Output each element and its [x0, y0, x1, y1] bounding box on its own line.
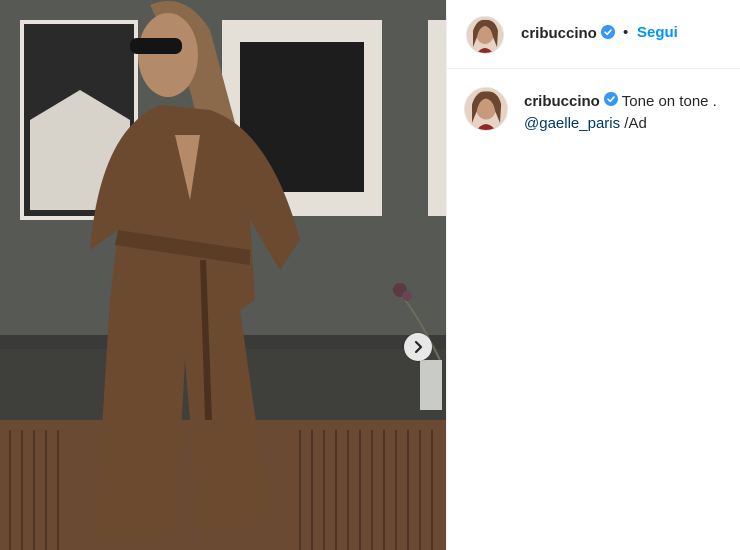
caption-author-avatar[interactable] — [464, 87, 508, 131]
follow-button[interactable]: Segui — [637, 24, 678, 41]
caption-suffix: /Ad — [624, 115, 647, 133]
carousel-next-button[interactable] — [404, 333, 432, 361]
post-header: cribuccino • Segui — [447, 0, 740, 69]
chevron-right-icon — [414, 340, 423, 354]
verified-badge-icon — [603, 91, 618, 113]
caption-username[interactable]: cribuccino — [524, 91, 618, 113]
caption-text: Tone on tone . — [621, 93, 717, 110]
post-photo-illustration — [0, 0, 446, 550]
author-username[interactable]: cribuccino — [521, 25, 615, 43]
header-separator: • — [623, 24, 629, 41]
author-avatar[interactable] — [466, 16, 504, 54]
caption-mention-link[interactable]: @gaelle_paris — [524, 115, 620, 132]
post-photo[interactable] — [0, 0, 446, 550]
post-side-panel: cribuccino • Segui cribuccino Tone on to… — [446, 0, 740, 550]
post-caption: cribuccino Tone on tone . @gaelle_paris … — [524, 91, 734, 135]
verified-badge-icon — [600, 25, 615, 43]
